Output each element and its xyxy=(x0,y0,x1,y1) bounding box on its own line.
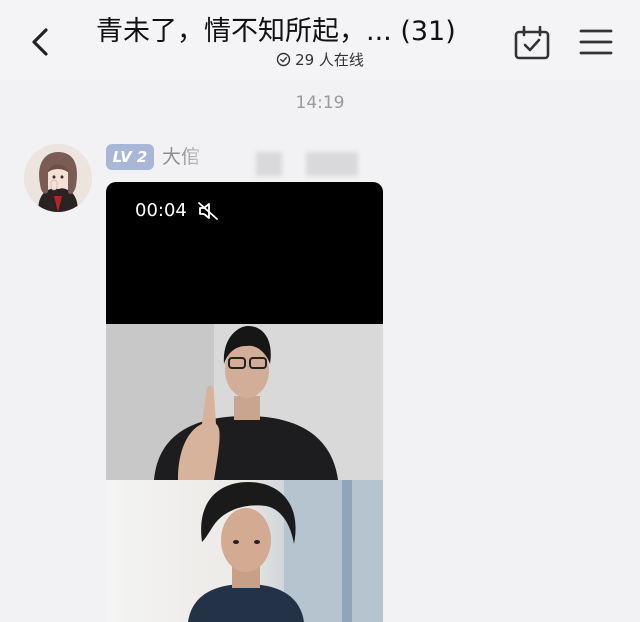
person-two-figure xyxy=(188,480,383,622)
chat-header: 青未了，情不知所起，... (31) 29 人在线 xyxy=(0,0,640,80)
video-duration: 00:04 xyxy=(135,200,187,221)
sender-avatar[interactable] xyxy=(24,144,92,212)
chat-title: 青未了，情不知所起，... (31) xyxy=(96,16,456,47)
redacted-name-block xyxy=(256,152,282,176)
online-clock-icon xyxy=(276,52,291,67)
online-count-label: 29 人在线 xyxy=(295,51,364,69)
person-one-figure xyxy=(106,324,383,480)
level-badge: LV 2 xyxy=(106,144,154,170)
video-frame-top xyxy=(106,324,383,480)
calendar-button[interactable] xyxy=(512,24,552,62)
sender-name-fade xyxy=(180,140,230,174)
menu-button[interactable] xyxy=(578,26,614,58)
redacted-name-block xyxy=(306,152,358,176)
calendar-check-icon xyxy=(514,25,550,60)
video-message[interactable]: 00:04 xyxy=(106,182,383,622)
video-frame-bottom xyxy=(106,480,383,622)
chat-screen: 青未了，情不知所起，... (31) 29 人在线 14:19 LV 2 00:… xyxy=(0,0,640,622)
avatar-illustration xyxy=(24,144,92,212)
menu-icon xyxy=(579,29,613,55)
mute-icon[interactable] xyxy=(197,200,219,222)
message-timestamp: 14:19 xyxy=(295,93,345,113)
